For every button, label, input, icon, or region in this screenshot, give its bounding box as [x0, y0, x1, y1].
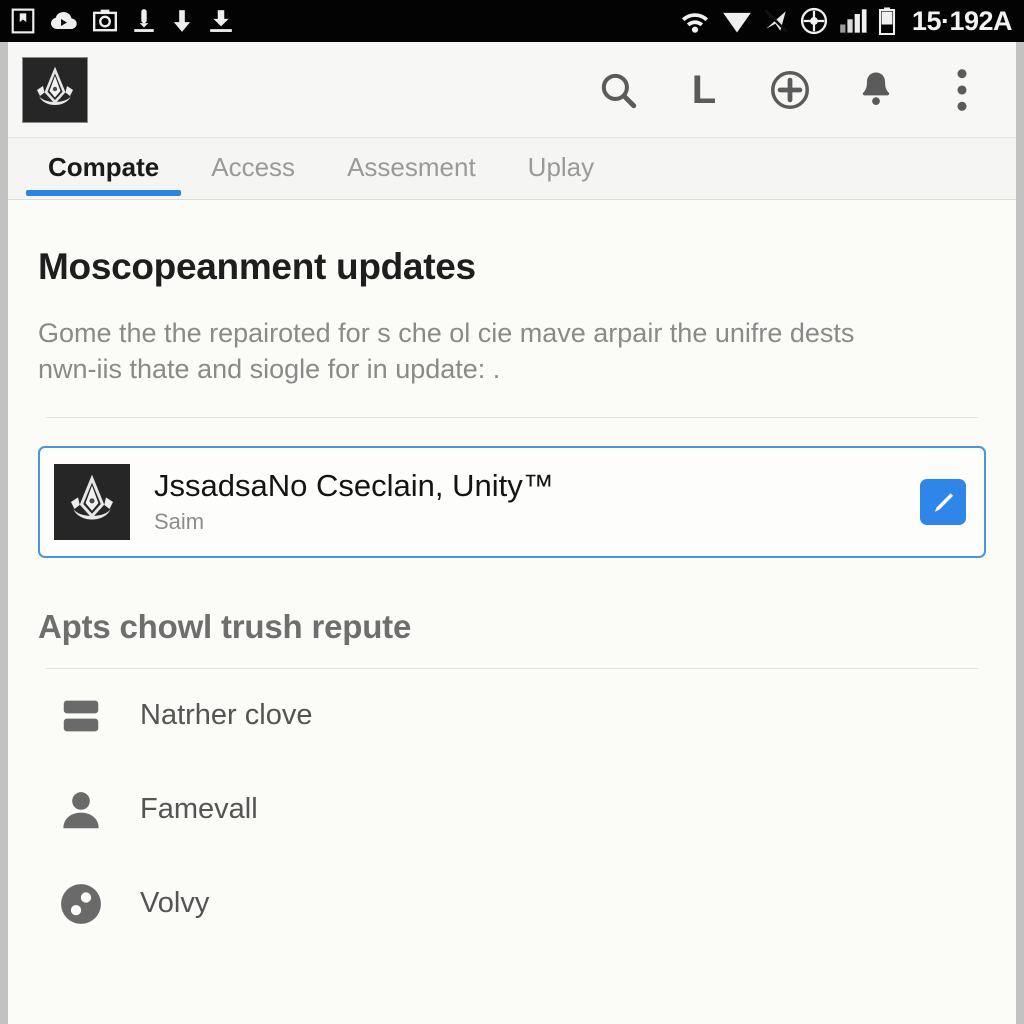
list-item-label: Famevall	[140, 792, 258, 825]
status-bar-right-icons: 15·192A	[679, 5, 1013, 36]
add-circle-icon	[771, 70, 809, 109]
pencil-edit-icon	[934, 493, 954, 512]
notifications-button[interactable]	[850, 64, 902, 116]
status-bar-left-icons	[10, 8, 234, 34]
page-title: Moscopeanment updates	[38, 246, 476, 287]
bookmark-screenshot-icon	[11, 8, 35, 34]
paper-plane-muted-icon	[764, 9, 788, 33]
tab-label: Assesment	[347, 151, 476, 182]
phone-screen: 15·192A L Compate Access Assesment Uplay…	[0, 0, 1024, 1024]
search-button[interactable]	[592, 64, 644, 116]
letter-l-button[interactable]: L	[678, 64, 730, 116]
cellular-bars-icon	[840, 9, 867, 33]
download-pin-icon	[134, 9, 154, 32]
overflow-menu-button[interactable]	[936, 64, 988, 116]
edit-button[interactable]	[920, 478, 966, 525]
app-bar: L	[8, 42, 1016, 138]
tab-uplay[interactable]: Uplay	[502, 138, 620, 196]
assassins-creed-emblem	[37, 66, 73, 105]
feature-card-text: JssadsaNo Cseclain, Unity™ Saim	[154, 469, 554, 534]
tab-label: Uplay	[527, 151, 595, 182]
description-line-1: Gome the the repairoted for s che ol cie…	[38, 317, 855, 348]
tab-label: Access	[211, 151, 296, 182]
download-arrow-icon	[173, 10, 191, 32]
list-item-volvy[interactable]: Volvy	[38, 857, 986, 951]
list-section-heading: Apts chowl trush repute	[38, 607, 412, 645]
dots-circle-icon	[54, 877, 108, 931]
overflow-menu-icon	[957, 68, 967, 111]
add-button[interactable]	[764, 64, 816, 116]
feature-card[interactable]: JssadsaNo Cseclain, Unity™ Saim	[38, 445, 986, 558]
download-complete-icon	[210, 10, 232, 32]
status-bar: 15·192A	[0, 0, 1024, 42]
list-item-famevall[interactable]: Famevall	[38, 763, 986, 857]
description-line-2: nwn-iis thate and siogle for in update: …	[38, 353, 501, 384]
feature-card-title: JssadsaNo Cseclain, Unity™	[154, 468, 554, 504]
app-logo[interactable]	[22, 56, 88, 123]
letter-l-icon: L	[691, 67, 717, 112]
wifi-icon	[681, 13, 708, 33]
list-item-label: Natrher clove	[140, 698, 313, 731]
content-panel: Moscopeanment updates Gome the the repai…	[8, 200, 1016, 1024]
toolbar-actions: L	[592, 64, 994, 116]
tab-label: Compate	[48, 151, 160, 182]
camera-icon	[92, 9, 118, 32]
cloud-sync-icon	[51, 12, 77, 29]
list-item-label: Volvy	[140, 886, 210, 919]
feature-card-thumbnail	[54, 463, 130, 540]
signal-triangle-icon	[723, 12, 751, 33]
location-compass-icon	[800, 7, 827, 35]
tab-assesment[interactable]: Assesment	[321, 138, 502, 196]
page-description: Gome the the repairoted for s che ol cie…	[38, 315, 968, 387]
search-icon	[601, 73, 637, 108]
assassins-creed-emblem	[71, 474, 113, 520]
battery-icon	[878, 7, 895, 35]
notifications-bell-icon	[862, 72, 890, 105]
person-icon	[54, 783, 108, 837]
list-item-natrher-clove[interactable]: Natrher clove	[38, 669, 986, 763]
status-bar-clock: 15·192A	[911, 5, 1013, 36]
divider	[46, 416, 978, 418]
tab-bar: Compate Access Assesment Uplay	[8, 138, 1016, 200]
database-icon	[54, 689, 108, 743]
tab-access[interactable]: Access	[185, 138, 321, 196]
tab-compate[interactable]: Compate	[22, 138, 185, 196]
feature-card-subtitle: Saim	[154, 509, 205, 535]
